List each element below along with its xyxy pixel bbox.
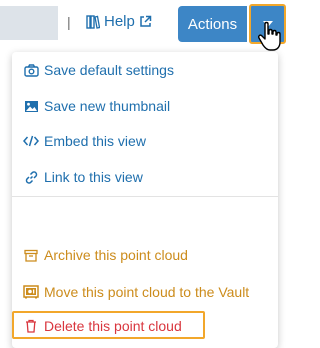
actions-dropdown-toggle[interactable]: [249, 4, 286, 44]
link-icon: [23, 169, 39, 185]
archive-icon: [23, 247, 39, 263]
trash-icon: [23, 318, 39, 334]
menu-item-link-to-this-view[interactable]: Link to this view: [12, 164, 143, 190]
actions-button[interactable]: Actions: [178, 6, 247, 42]
menu-item-move-to-vault[interactable]: Move this point cloud to the Vault: [12, 279, 249, 305]
menu-item-delete-point-cloud[interactable]: Delete this point cloud: [12, 313, 182, 339]
image-icon: [23, 98, 39, 114]
menu-item-label: Save default settings: [44, 62, 174, 78]
external-link-icon: [139, 15, 152, 28]
menu-item-label: Embed this view: [44, 133, 146, 149]
menu-divider: [12, 196, 278, 197]
caret-down-icon: [262, 21, 273, 27]
help-label: Help: [104, 13, 135, 30]
separator: |: [67, 14, 71, 30]
actions-menu: Save default settings Save new thumbnail…: [12, 52, 278, 348]
menu-item-label: Move this point cloud to the Vault: [44, 284, 250, 300]
menu-item-archive-point-cloud[interactable]: Archive this point cloud: [12, 242, 188, 268]
top-bar: | Help Actions: [0, 0, 300, 50]
menu-item-label: Delete this point cloud: [44, 318, 182, 334]
menu-item-label: Link to this view: [44, 169, 143, 185]
camera-icon: [23, 62, 39, 78]
code-icon: [23, 133, 39, 149]
vault-icon: [23, 284, 39, 300]
search-area[interactable]: [0, 6, 58, 40]
menu-item-label: Archive this point cloud: [44, 247, 188, 263]
menu-item-save-default-settings[interactable]: Save default settings: [12, 57, 174, 83]
menu-item-embed-this-view[interactable]: Embed this view: [12, 128, 146, 154]
menu-item-label: Save new thumbnail: [44, 98, 171, 114]
books-icon: [86, 14, 100, 29]
menu-item-save-new-thumbnail[interactable]: Save new thumbnail: [12, 93, 170, 119]
help-link[interactable]: Help: [86, 13, 152, 30]
